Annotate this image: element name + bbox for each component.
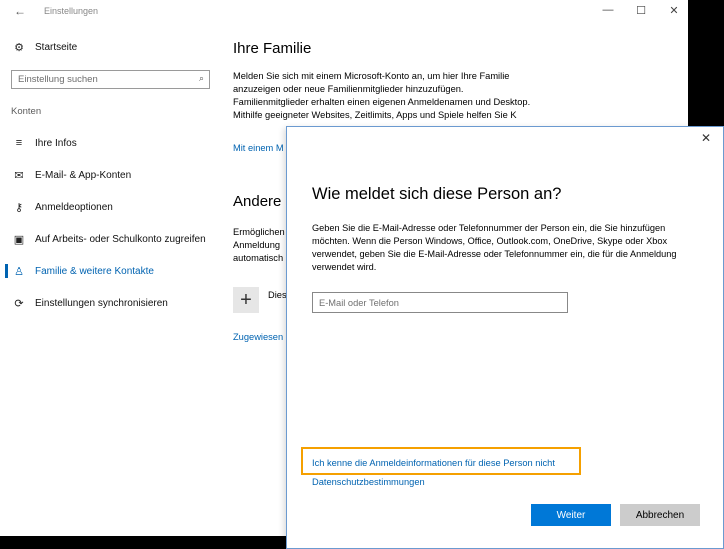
family-description: Melden Sie sich mit einem Microsoft-Kont… (233, 71, 531, 120)
other-users-heading: Andere (233, 193, 282, 210)
email-field[interactable] (312, 292, 568, 313)
next-button[interactable]: Weiter (531, 504, 611, 526)
sidebar-item-label: Startseite (35, 41, 78, 53)
person-icon: ♙ (14, 265, 24, 278)
briefcase-icon: ▣ (13, 233, 25, 246)
add-person-dialog: ✕ Wie meldet sich diese Person an? Geben… (286, 126, 724, 549)
selection-indicator (5, 264, 8, 278)
sidebar-item-work-school[interactable]: ▣ Auf Arbeits- oder Schulkonto zugreifen (12, 232, 206, 246)
maximize-button[interactable]: ☐ (631, 4, 651, 17)
sidebar-item-sync[interactable]: ⟳ Einstellungen synchronisieren (12, 296, 168, 310)
sidebar-item-email-accounts[interactable]: ✉ E-Mail- & App-Konten (12, 168, 131, 182)
sync-icon: ⟳ (14, 297, 24, 310)
back-arrow-icon[interactable]: ← (14, 4, 26, 18)
page-title: Ihre Familie (233, 40, 312, 57)
email-input[interactable] (313, 293, 567, 313)
section-heading-accounts: Konten (11, 106, 42, 117)
sign-in-microsoft-link[interactable]: Mit einem M (233, 143, 284, 153)
minimize-button[interactable]: — (598, 4, 618, 16)
add-user-button[interactable]: + (233, 287, 259, 313)
no-credentials-link[interactable]: Ich kenne die Anmeldeinformationen für d… (312, 458, 555, 468)
sidebar-item-label: Ihre Infos (35, 137, 77, 149)
key-icon: ⚷ (14, 201, 24, 214)
dialog-title: Wie meldet sich diese Person an? (312, 185, 562, 203)
cancel-button[interactable]: Abbrechen (620, 504, 700, 526)
sidebar-item-label: Einstellungen synchronisieren (35, 297, 168, 309)
settings-search[interactable]: ⌕ (11, 70, 210, 89)
gear-icon: ⚙ (14, 41, 24, 54)
sidebar-item-label: Auf Arbeits- oder Schulkonto zugreifen (35, 233, 206, 245)
assigned-access-link[interactable]: Zugewiesen (233, 332, 283, 342)
sidebar-item-label: Anmeldeoptionen (35, 201, 113, 213)
add-user-label[interactable]: Dies (268, 290, 287, 300)
close-icon[interactable]: ✕ (701, 131, 711, 145)
sidebar-item-home[interactable]: ⚙ Startseite (12, 40, 77, 54)
search-input[interactable] (12, 71, 192, 88)
mail-icon: ✉ (14, 169, 24, 182)
window-title: Einstellungen (44, 6, 99, 16)
sidebar-item-your-info[interactable]: ≡ Ihre Infos (12, 136, 77, 150)
search-icon[interactable]: ⌕ (199, 73, 204, 84)
dialog-description: Geben Sie die E-Mail-Adresse oder Telefo… (312, 223, 677, 272)
user-info-icon: ≡ (15, 137, 23, 149)
plus-icon: + (240, 288, 252, 311)
sidebar-item-label: Familie & weitere Kontakte (35, 265, 154, 277)
sidebar-item-sign-in-options[interactable]: ⚷ Anmeldeoptionen (12, 200, 113, 214)
other-users-description: Ermöglichen Anmeldung automatisch (233, 227, 285, 263)
title-bar: ← Einstellungen — ☐ ✕ (0, 0, 688, 24)
privacy-link[interactable]: Datenschutzbestimmungen (312, 477, 425, 487)
sidebar-item-label: E-Mail- & App-Konten (35, 169, 132, 181)
close-window-button[interactable]: ✕ (664, 4, 684, 17)
sidebar-item-family[interactable]: ♙ Familie & weitere Kontakte (12, 264, 154, 278)
